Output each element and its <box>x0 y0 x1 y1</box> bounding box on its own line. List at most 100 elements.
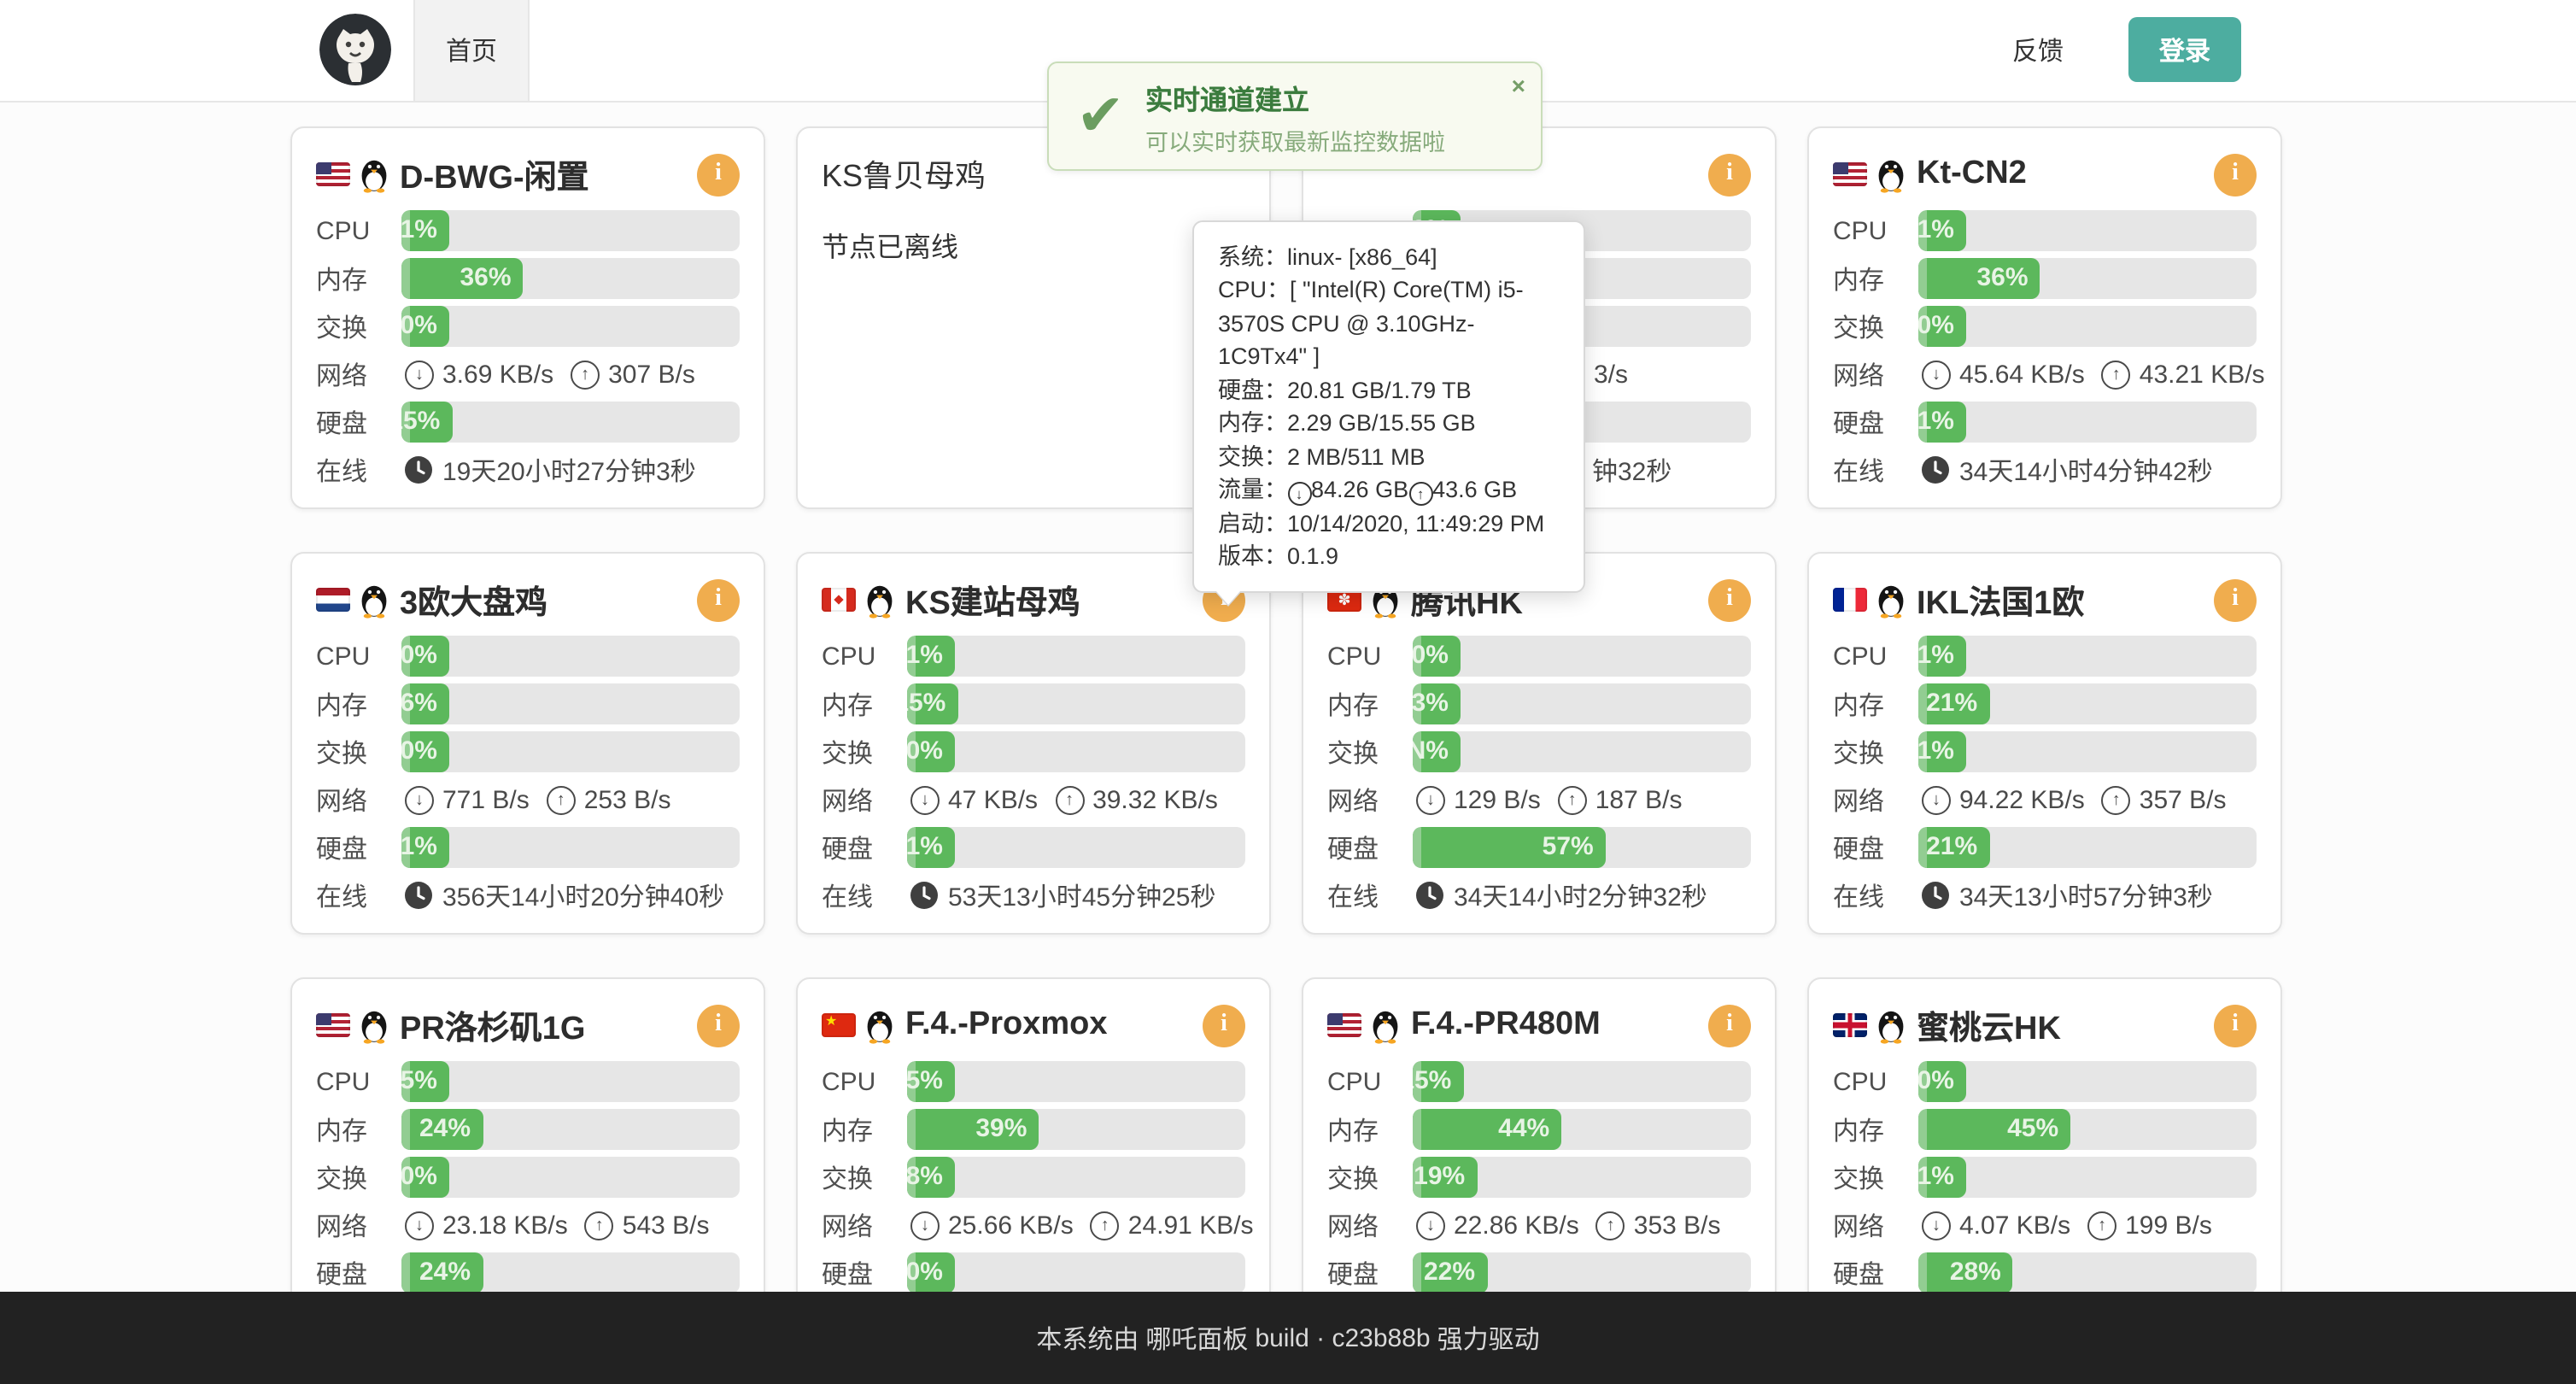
info-icon[interactable]: i <box>2214 153 2257 196</box>
progress-track: 8% <box>907 1157 1245 1198</box>
card-header: KS建站母鸡 i <box>822 574 1245 625</box>
info-icon[interactable]: i <box>697 153 740 196</box>
toast-text: 实时通道建立 可以实时获取最新监控数据啦 <box>1145 76 1445 156</box>
stat-label: 在线 <box>316 877 401 913</box>
server-name: F.4.-Proxmox <box>905 1006 1203 1044</box>
progress-track: 1% <box>401 827 740 868</box>
progress-value: 21% <box>1926 827 1977 868</box>
card-header: IKL法国1欧 i <box>1833 574 2257 625</box>
stat-label: CPU <box>316 1067 401 1096</box>
progress-value: 15% <box>1413 1061 1451 1102</box>
country-flag-icon <box>316 588 350 612</box>
stat-label: 网络 <box>1327 1207 1413 1243</box>
card-header: Kt-CN2 i <box>1833 149 2257 200</box>
info-icon[interactable]: i <box>1708 578 1751 621</box>
upload-speed: 543 B/s <box>623 1211 710 1240</box>
upload-arrow-icon: ↑ <box>2102 785 2131 814</box>
info-icon[interactable]: i <box>1708 1004 1751 1047</box>
progress-fill: 45% <box>1918 1109 2070 1150</box>
success-toast: ✔ 实时通道建立 可以实时获取最新监控数据啦 × <box>1047 62 1543 171</box>
progress-value: 15% <box>907 683 946 724</box>
progress-fill: 0% <box>1918 306 1966 347</box>
server-card: 腾讯HK i CPU 0% 内存 3% 交换 NaN% 网络 ↓ 129 B/s <box>1302 552 1777 935</box>
stat-label: CPU <box>1327 642 1413 671</box>
progress-value: 15% <box>401 402 440 443</box>
card-header: F.4.-Proxmox i <box>822 1000 1245 1051</box>
tab-home[interactable]: 首页 <box>413 0 530 101</box>
progress-track: 1% <box>1918 636 2257 677</box>
stat-label: 网络 <box>1833 356 1918 392</box>
stat-row-network: 网络 ↓ 25.66 KB/s ↑ 24.91 KB/s <box>822 1205 1245 1246</box>
info-icon[interactable]: i <box>1708 153 1751 196</box>
stat-row-交换: 交换 0% <box>316 306 740 347</box>
login-button[interactable]: 登录 <box>2128 17 2241 82</box>
country-flag-icon <box>822 588 856 612</box>
stat-label: 硬盘 <box>1327 830 1413 865</box>
cat-avatar-icon <box>319 14 391 85</box>
nav-feedback-link[interactable]: 反馈 <box>2012 0 2064 101</box>
info-icon[interactable]: i <box>1203 1004 1245 1047</box>
progress-fill: 1% <box>401 827 449 868</box>
stat-row-uptime: 在线 34天14小时2分钟32秒 <box>1327 875 1751 916</box>
info-icon[interactable]: i <box>697 578 740 621</box>
upload-arrow-icon: ↑ <box>585 1211 614 1240</box>
server-info-tooltip: 系统：linux- [x86_64]CPU：[ "Intel(R) Core(T… <box>1192 220 1585 594</box>
progress-track: 0% <box>907 731 1245 772</box>
uptime-value: 34天14小时4分钟42秒 <box>1959 452 2213 488</box>
stat-label: CPU <box>822 642 907 671</box>
site-logo[interactable] <box>319 14 391 85</box>
progress-value: 1% <box>1918 210 1954 251</box>
stat-row-network: 网络 ↓ 23.18 KB/s ↑ 543 B/s <box>316 1205 740 1246</box>
download-arrow-icon: ↓ <box>1922 360 1951 389</box>
progress-fill: 39% <box>907 1109 1039 1150</box>
tooltip-entry: 启动：10/14/2020, 11:49:29 PM <box>1218 507 1560 540</box>
progress-track: 57% <box>1413 827 1751 868</box>
download-arrow-icon: ↓ <box>1922 1211 1951 1240</box>
stat-row-CPU: CPU 1% <box>1833 636 2257 677</box>
close-icon[interactable]: × <box>1512 73 1525 97</box>
progress-fill: 1% <box>1918 636 1966 677</box>
progress-track: 5% <box>401 1061 740 1102</box>
download-speed: 22.86 KB/s <box>1454 1211 1579 1240</box>
progress-value: 8% <box>907 1157 943 1198</box>
nezha-dashboard: 首页 反馈 登录 D-BWG-闲置 i CPU 1% 内存 36% 交换 <box>0 0 2576 1384</box>
progress-value: 5% <box>401 1061 437 1102</box>
download-speed: 94.22 KB/s <box>1959 785 2085 814</box>
progress-value: 0% <box>1918 306 1954 347</box>
progress-fill: 0% <box>401 636 449 677</box>
stat-label: CPU <box>1833 216 1918 245</box>
stat-row-交换: 交换 1% <box>1833 731 2257 772</box>
stat-row-CPU: CPU 1% <box>822 636 1245 677</box>
download-arrow-icon: ↓ <box>1416 1211 1445 1240</box>
stat-row-内存: 内存 24% <box>316 1109 740 1150</box>
progress-track: 0% <box>1413 636 1751 677</box>
upload-arrow-icon: ↑ <box>1055 785 1084 814</box>
progress-fill: 5% <box>401 1061 449 1102</box>
progress-value: 21% <box>1926 683 1977 724</box>
server-name: IKL法国1欧 <box>1917 577 2214 623</box>
download-arrow-icon: ↓ <box>910 785 940 814</box>
upload-speed: 199 B/s <box>2125 1211 2212 1240</box>
stat-label: 硬盘 <box>1833 1255 1918 1291</box>
info-icon[interactable]: i <box>697 1004 740 1047</box>
progress-value: 1% <box>1918 731 1954 772</box>
progress-fill: 1% <box>907 636 955 677</box>
info-icon[interactable]: i <box>2214 578 2257 621</box>
stat-row-内存: 内存 6% <box>316 683 740 724</box>
stat-row-内存: 内存 15% <box>822 683 1245 724</box>
stat-label: 交换 <box>1833 308 1918 344</box>
progress-value: 0% <box>907 731 943 772</box>
clock-icon <box>1416 882 1443 909</box>
progress-track: 6% <box>401 683 740 724</box>
stat-row-network: 网络 ↓ 771 B/s ↑ 253 B/s <box>316 779 740 820</box>
panel-link[interactable]: 哪吒面板 <box>1145 1320 1248 1356</box>
progress-track: 1% <box>907 827 1245 868</box>
info-icon[interactable]: i <box>2214 1004 2257 1047</box>
progress-value: 1% <box>1918 1157 1954 1198</box>
progress-fill: 22% <box>1413 1252 1487 1293</box>
stat-label: 硬盘 <box>1833 404 1918 440</box>
footer: 本系统由 哪吒面板 build · c23b88b 强力驱动 <box>0 1292 2576 1384</box>
progress-track: 28% <box>1918 1252 2257 1293</box>
progress-fill: 28% <box>1918 1252 2013 1293</box>
stat-label: 内存 <box>316 1111 401 1147</box>
